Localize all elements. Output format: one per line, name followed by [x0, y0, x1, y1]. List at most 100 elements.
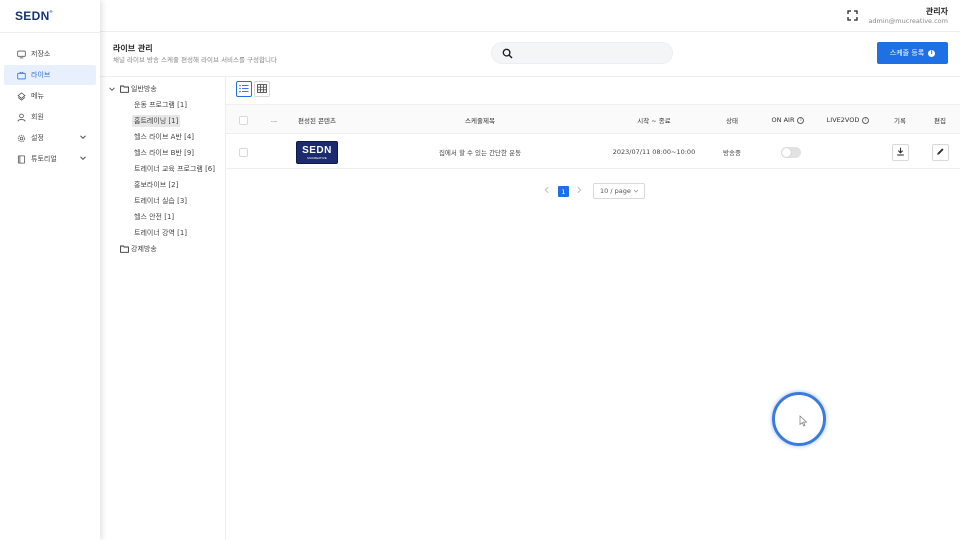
tree-node-general[interactable]: 일반방송 — [106, 81, 224, 97]
sidebar-item-members[interactable]: 회원 — [4, 107, 96, 127]
tree-node-label: 헬스 라이브 B반 [9] — [134, 149, 195, 157]
sidebar-item-settings[interactable]: 설정 — [4, 128, 96, 148]
column-header-content: 편성된 콘텐츠 — [298, 117, 336, 125]
tree-node[interactable]: 헬스 라이브 A반 [4] — [106, 129, 224, 145]
sidebar-item-label: 메뉴 — [31, 92, 44, 100]
record-cell — [890, 135, 910, 169]
tree-node-label: 헬스 안전 [1] — [134, 213, 175, 221]
grid-view-button[interactable] — [254, 81, 270, 97]
sidebar-item-label: 튜토리얼 — [31, 155, 57, 163]
tree-node[interactable]: 헬스 라이브 B반 [9] — [106, 145, 224, 161]
info-icon[interactable]: i — [797, 116, 805, 124]
tree-node-label: 홈트레이닝 [1] — [132, 115, 181, 127]
list-view-button[interactable] — [236, 81, 252, 97]
column-header-label: LIVE2VOD — [826, 116, 860, 124]
tree-node-label: 강제방송 — [131, 245, 157, 253]
user-email: admin@mucreative.com — [868, 17, 948, 25]
onair-toggle[interactable] — [781, 146, 801, 158]
live-icon — [16, 70, 26, 80]
tree-node-label: 운동 프로그램 [1] — [134, 101, 188, 109]
menu-icon — [16, 91, 26, 101]
tree-node[interactable]: 트레이너 교육 프로그램 [6] — [106, 161, 224, 177]
schedule-title[interactable]: 집에서 할 수 있는 간단한 운동 — [416, 135, 544, 169]
table-row[interactable]: SEDN MUCREATIVE 집에서 할 수 있는 간단한 운동 2023/0… — [226, 135, 960, 169]
row-select-cell — [235, 135, 252, 169]
page-size-value: 10 / page — [600, 187, 631, 195]
page-1-button[interactable]: 1 — [558, 186, 569, 197]
gear-icon — [16, 133, 26, 143]
column-header-label: ON AIR — [771, 116, 795, 124]
tree-node-forced[interactable]: 강제방송 — [106, 241, 224, 257]
sidebar-item-storage[interactable]: 저장소 — [4, 44, 96, 64]
user-icon — [16, 112, 26, 122]
edit-cell — [930, 135, 950, 169]
tree-node-label: 트레이너 교육 프로그램 [6] — [134, 165, 215, 173]
status-badge: 방송중 — [723, 149, 741, 157]
tree-node-label: 일반방송 — [131, 85, 157, 93]
column-header-edit: 편집 — [934, 117, 946, 125]
next-page-icon[interactable] — [575, 186, 583, 194]
download-button[interactable] — [891, 143, 909, 161]
schedule-time: 2023/07/11 08:00~10:00 — [612, 148, 696, 156]
chevron-down-icon[interactable] — [108, 85, 116, 93]
column-header-live2vod: LIVE2VOD i — [824, 105, 872, 135]
prev-page-icon[interactable] — [543, 186, 551, 194]
monitor-icon — [16, 49, 26, 59]
thumbnail-logo-text: SEDN — [302, 144, 332, 156]
info-icon[interactable]: i — [862, 116, 870, 124]
folder-icon — [120, 245, 129, 253]
tree-node[interactable]: 트레이너 강역 [1] — [106, 225, 224, 241]
column-header-title: 스케줄제목 — [465, 117, 495, 125]
thumbnail-cell: SEDN MUCREATIVE — [296, 135, 338, 169]
fullscreen-icon[interactable] — [847, 10, 858, 21]
sidebar-item-label: 설정 — [31, 134, 44, 142]
page-description: 채널 라이브 방송 스케줄 편성해 라이브 서비스를 구성합니다 — [113, 56, 277, 64]
user-name[interactable]: 관리자 — [926, 6, 948, 17]
grid-icon — [257, 83, 267, 95]
add-schedule-label: 스케줄 등록 — [889, 49, 925, 57]
logo[interactable]: SEDN® — [15, 9, 53, 23]
tree-node-label: 홍보라이브 [2] — [134, 181, 179, 189]
folder-icon — [120, 85, 129, 93]
table-header: ... 편성된 콘텐츠 스케줄제목 시작 ~ 종료 상태 ON AIR i LI… — [226, 104, 960, 134]
tree-node-label: 헬스 라이브 A반 [4] — [134, 133, 195, 141]
sidebar-item-label: 저장소 — [31, 50, 51, 58]
search-input[interactable] — [520, 46, 665, 60]
search-icon — [502, 48, 513, 59]
info-icon: i — [928, 49, 936, 57]
add-schedule-button[interactable]: 스케줄 등록 i — [877, 42, 948, 64]
list-icon — [239, 84, 249, 95]
cursor-icon — [799, 415, 808, 427]
tree-node[interactable]: 홍보라이브 [2] — [106, 177, 224, 193]
sidebar-nav: 저장소 라이브 메뉴 회원 설정 튜토리얼 — [4, 44, 96, 170]
book-icon — [16, 154, 26, 164]
tree-node-label: 트레이너 강역 [1] — [134, 229, 188, 237]
row-checkbox[interactable] — [239, 147, 248, 157]
tree-node[interactable]: 운동 프로그램 [1] — [106, 97, 224, 113]
select-all-checkbox[interactable] — [239, 115, 248, 125]
tree-node[interactable]: 헬스 안전 [1] — [106, 209, 224, 225]
tree-node[interactable]: 트레이너 실습 [3] — [106, 193, 224, 209]
column-header-time: 시작 ~ 종료 — [637, 117, 671, 125]
edit-button[interactable] — [931, 143, 949, 161]
pencil-icon — [936, 147, 945, 158]
divider — [0, 32, 100, 33]
sidebar-item-menu[interactable]: 메뉴 — [4, 86, 96, 106]
page-title: 라이브 관리 — [113, 44, 153, 53]
column-header-more[interactable]: ... — [264, 105, 284, 135]
sidebar-item-label: 라이브 — [31, 71, 51, 79]
column-header-onair: ON AIR i — [766, 105, 810, 135]
onair-cell — [776, 135, 806, 169]
search-box[interactable] — [491, 42, 673, 64]
divider — [100, 76, 960, 77]
tree-node[interactable]: 홈트레이닝 [1] — [106, 113, 224, 129]
chevron-down-icon — [633, 188, 639, 194]
sidebar: SEDN® 저장소 라이브 메뉴 회원 설정 튜토리얼 — [0, 0, 100, 540]
thumbnail-subtext: MUCREATIVE — [307, 155, 327, 160]
sidebar-item-live[interactable]: 라이브 — [4, 65, 96, 85]
sidebar-item-tutorial[interactable]: 튜토리얼 — [4, 149, 96, 169]
category-tree: 일반방송 운동 프로그램 [1] 홈트레이닝 [1] 헬스 라이브 A반 [4]… — [106, 81, 224, 257]
page-size-select[interactable]: 10 / page — [593, 183, 645, 199]
chevron-down-icon — [79, 133, 87, 141]
content-thumbnail[interactable]: SEDN MUCREATIVE — [296, 140, 338, 164]
